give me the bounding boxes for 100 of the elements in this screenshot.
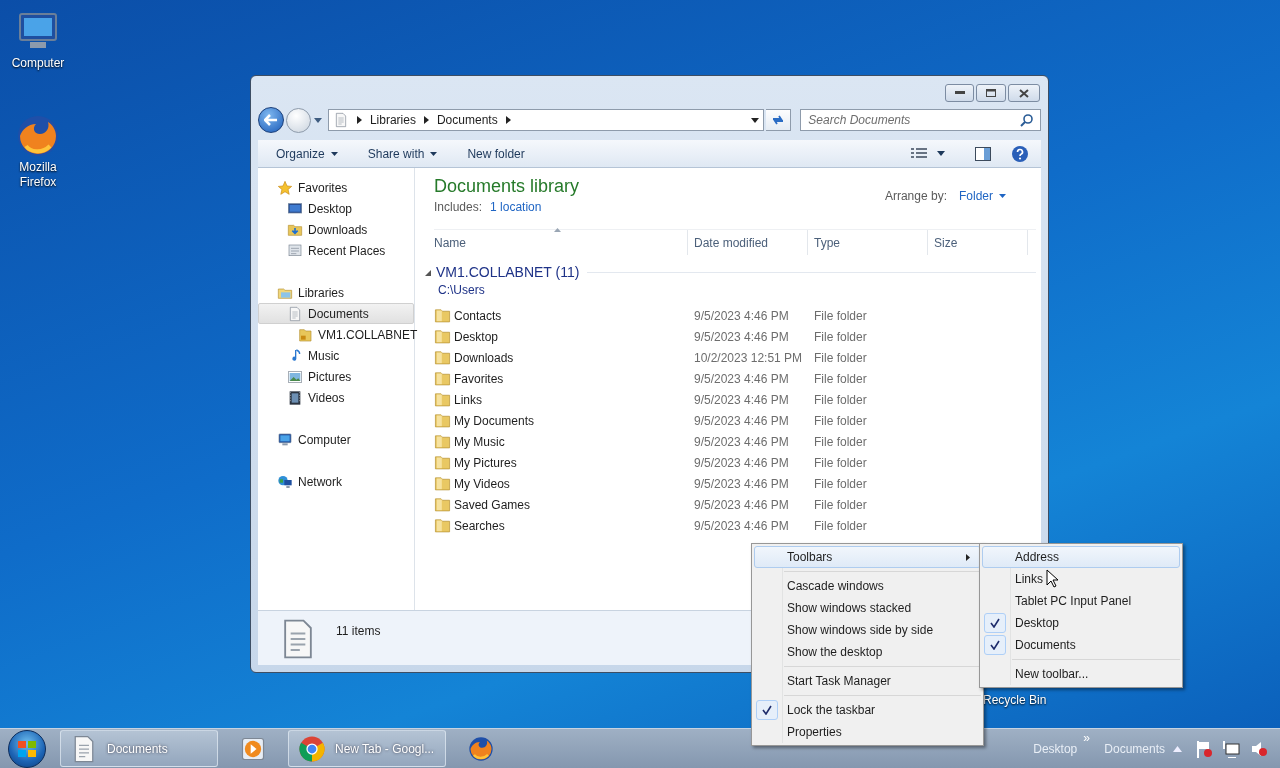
type-cell-text: File folder xyxy=(814,349,868,367)
date-cell-text: 9/5/2023 4:46 PM xyxy=(694,433,790,451)
caret-icon[interactable] xyxy=(313,117,322,123)
nav-item[interactable]: Pictures xyxy=(258,366,414,387)
file-name: Favorites xyxy=(454,370,504,388)
type-cell-text: File folder xyxy=(814,475,868,493)
file-row[interactable]: My Pictures 9/5/2023 4:46 PM File folder xyxy=(434,452,1036,473)
folder-icon xyxy=(297,326,313,343)
toolbar-button[interactable]: Organize xyxy=(276,144,338,163)
menu-item[interactable]: Desktop xyxy=(982,612,1180,634)
back-button[interactable] xyxy=(258,107,284,133)
preview-pane-button[interactable] xyxy=(975,146,991,161)
desktop-icon[interactable]: Mozilla Firefox xyxy=(2,112,74,190)
menu-item[interactable]: Tablet PC Input Panel xyxy=(982,590,1180,612)
caret-icon xyxy=(937,151,945,156)
nav-item[interactable]: Music xyxy=(258,345,414,366)
nav-item[interactable]: Recent Places xyxy=(258,240,414,261)
film-icon xyxy=(287,389,303,406)
help-icon xyxy=(1011,144,1029,163)
file-name: Desktop xyxy=(454,328,499,346)
menu-item[interactable]: Address xyxy=(982,546,1180,568)
menu-item[interactable]: Lock the taskbar xyxy=(754,699,981,721)
file-name: Links xyxy=(454,391,482,409)
view-options-button[interactable] xyxy=(911,147,945,160)
file-row[interactable]: Favorites 9/5/2023 4:46 PM File folder xyxy=(434,368,1036,389)
menu-item[interactable]: Documents xyxy=(982,634,1180,656)
nav-item[interactable]: Desktop xyxy=(258,198,414,219)
nav-item[interactable]: Documents xyxy=(258,303,414,324)
nav-item[interactable]: Libraries xyxy=(258,282,414,303)
menu-item[interactable]: Start Task Manager xyxy=(754,670,981,692)
network-icon xyxy=(277,473,293,490)
nav-item[interactable]: Videos xyxy=(258,387,414,408)
dropdown-arrow-icon[interactable] xyxy=(751,117,760,123)
toolbar-button[interactable]: New folder xyxy=(467,144,525,163)
column-header[interactable]: Name xyxy=(434,230,688,255)
type-cell-text: File folder xyxy=(814,328,868,346)
column-header[interactable]: Date modified xyxy=(688,230,808,255)
arrange-dropdown[interactable]: Folder xyxy=(959,187,1006,205)
file-row[interactable]: Contacts 9/5/2023 4:46 PM File folder xyxy=(434,305,1036,326)
nav-item[interactable]: Network xyxy=(258,471,414,492)
file-name: Searches xyxy=(454,517,505,535)
menu-item[interactable]: New toolbar... xyxy=(982,663,1180,685)
network-icon[interactable] xyxy=(1222,739,1240,758)
breadcrumb-item[interactable]: Documents xyxy=(436,111,498,129)
address-bar[interactable]: Libraries Documents xyxy=(327,109,765,131)
breadcrumb-arrow-icon[interactable] xyxy=(423,116,429,124)
file-row[interactable]: My Videos 9/5/2023 4:46 PM File folder xyxy=(434,473,1036,494)
desktop-icon[interactable]: Computer xyxy=(2,8,74,71)
file-row[interactable]: My Documents 9/5/2023 4:46 PM File folder xyxy=(434,410,1036,431)
menu-item[interactable]: Show the desktop xyxy=(754,641,981,663)
folder-icon xyxy=(434,454,451,471)
nav-item[interactable]: Computer xyxy=(258,429,414,450)
flag-icon[interactable] xyxy=(1196,739,1212,758)
menu-item[interactable]: Show windows side by side xyxy=(754,619,981,641)
file-row[interactable]: Saved Games 9/5/2023 4:46 PM File folder xyxy=(434,494,1036,515)
document-icon xyxy=(287,305,303,322)
menu-item[interactable]: Cascade windows xyxy=(754,575,981,597)
windows-logo-icon xyxy=(18,740,36,757)
file-row[interactable]: My Music 9/5/2023 4:46 PM File folder xyxy=(434,431,1036,452)
column-header[interactable]: Size xyxy=(928,230,1028,255)
type-cell-text: File folder xyxy=(814,370,868,388)
file-name: My Pictures xyxy=(454,454,517,472)
folder-icon xyxy=(434,496,451,513)
menu-item[interactable]: Links xyxy=(982,568,1180,590)
location-link[interactable]: 1 location xyxy=(490,198,542,216)
close-button[interactable] xyxy=(1008,84,1040,102)
date-cell-text: 9/5/2023 4:46 PM xyxy=(694,475,790,493)
file-row[interactable]: Searches 9/5/2023 4:46 PM File folder xyxy=(434,515,1036,536)
muted-speaker-icon[interactable] xyxy=(1250,739,1268,758)
group-header[interactable]: VM1.COLLABNET (11) xyxy=(436,262,580,283)
minimize-button[interactable] xyxy=(945,84,974,102)
nav-item[interactable]: Downloads xyxy=(258,219,414,240)
menu-item[interactable]: Properties xyxy=(754,721,981,743)
menu-item[interactable]: Toolbars xyxy=(754,546,981,568)
item-count: 11 items xyxy=(336,623,381,640)
start-button[interactable] xyxy=(8,729,46,768)
nav-item[interactable]: Favorites xyxy=(258,177,414,198)
toolbar-button[interactable]: Share with xyxy=(367,144,438,163)
file-row[interactable]: Links 9/5/2023 4:46 PM File folder xyxy=(434,389,1036,410)
date-cell-text: 9/5/2023 4:46 PM xyxy=(694,370,790,388)
file-row[interactable]: Desktop 9/5/2023 4:46 PM File folder xyxy=(434,326,1036,347)
help-button[interactable] xyxy=(1011,144,1029,163)
file-name: My Music xyxy=(454,433,505,451)
column-header[interactable]: Type xyxy=(808,230,928,255)
search-field[interactable]: Search Documents xyxy=(800,109,1041,131)
breadcrumb-item[interactable]: Libraries xyxy=(369,111,416,129)
collapse-arrow-icon[interactable] xyxy=(425,269,431,276)
breadcrumb-arrow-icon[interactable] xyxy=(505,116,511,124)
date-cell-text: 9/5/2023 4:46 PM xyxy=(694,517,790,535)
sort-arrow-icon xyxy=(554,228,561,232)
maximize-button[interactable] xyxy=(976,84,1006,102)
date-cell-text: 9/5/2023 4:46 PM xyxy=(694,454,790,472)
file-row[interactable]: Downloads 10/2/2023 12:51 PM File folder xyxy=(434,347,1036,368)
breadcrumb-arrow-icon[interactable] xyxy=(356,116,362,124)
folder-icon xyxy=(434,370,451,387)
menu-item[interactable]: Show windows stacked xyxy=(754,597,981,619)
folder-icon xyxy=(434,391,451,408)
refresh-button[interactable] xyxy=(766,109,792,131)
caret-icon xyxy=(330,151,338,156)
mouse-pointer-icon xyxy=(1046,569,1058,588)
